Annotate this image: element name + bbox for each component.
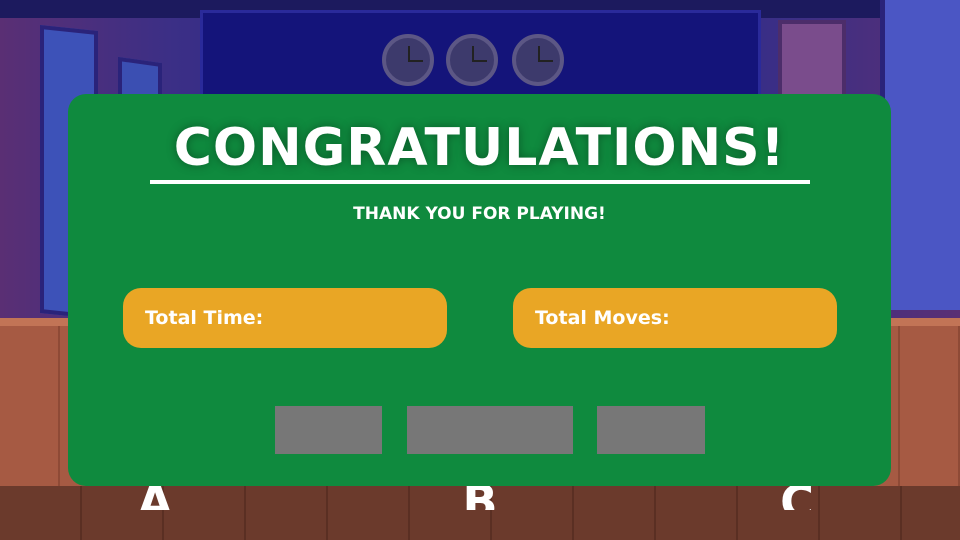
- title-underline: [150, 180, 810, 184]
- action-button-1[interactable]: [275, 406, 382, 454]
- wall-clock-icon: [512, 34, 564, 86]
- total-time-box: Total Time:: [123, 288, 447, 348]
- action-button-2[interactable]: [407, 406, 573, 454]
- wall-clock-icon: [382, 34, 434, 86]
- game-scene: A B C CONGRATULATIONS! THANK YOU FOR PLA…: [0, 0, 960, 540]
- game-complete-modal: CONGRATULATIONS! THANK YOU FOR PLAYING! …: [68, 94, 891, 486]
- wall-clock-icon: [446, 34, 498, 86]
- total-moves-label: Total Moves:: [535, 307, 670, 329]
- total-moves-box: Total Moves:: [513, 288, 837, 348]
- window-right: [880, 0, 960, 310]
- modal-title: CONGRATULATIONS!: [173, 118, 786, 178]
- action-button-3[interactable]: [597, 406, 705, 454]
- total-time-label: Total Time:: [145, 307, 264, 329]
- modal-subtitle: THANK YOU FOR PLAYING!: [353, 204, 606, 224]
